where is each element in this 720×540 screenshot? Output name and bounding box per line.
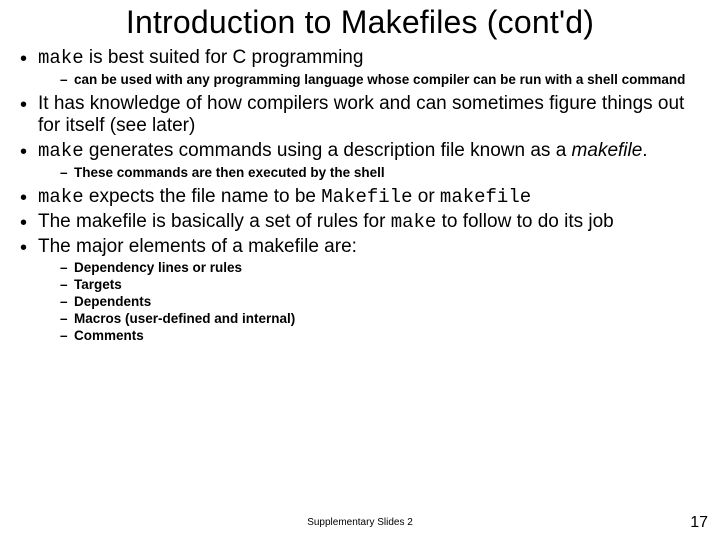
sub-bullet-item: can be used with any programming languag… (38, 72, 702, 89)
text-run: The major elements of a makefile are: (38, 236, 357, 257)
sub-bullet-list: These commands are then executed by the … (38, 165, 702, 182)
text-run: . (642, 140, 647, 161)
text-run: make (38, 140, 84, 162)
text-run: make (391, 211, 437, 233)
text-run: It has knowledge of how compilers work a… (38, 93, 684, 137)
sub-bullet-list: Dependency lines or rulesTargetsDependen… (38, 260, 702, 344)
footer-text: Supplementary Slides 2 (0, 517, 720, 528)
text-run: expects the file name to be (84, 186, 322, 207)
text-run: make (38, 47, 84, 69)
text-run: Makefile (321, 186, 412, 208)
bullet-item: make is best suited for C programming can… (18, 47, 702, 89)
text-run: makefile (440, 186, 531, 208)
bullet-item: The makefile is basically a set of rules… (18, 211, 702, 234)
sub-bullet-item: Targets (38, 277, 702, 294)
text-run: is best suited for C programming (84, 47, 364, 68)
text-run: to follow to do its job (436, 211, 613, 232)
bullet-item: The major elements of a makefile are: Dep… (18, 236, 702, 345)
sub-bullet-item: Dependents (38, 294, 702, 311)
sub-bullet-item: Macros (user-defined and internal) (38, 311, 702, 328)
page-number: 17 (690, 514, 708, 532)
text-run: generates commands using a description f… (84, 140, 572, 161)
sub-bullet-item: Comments (38, 328, 702, 345)
sub-bullet-item: These commands are then executed by the … (38, 165, 702, 182)
text-run: makefile (572, 140, 643, 161)
sub-bullet-list: can be used with any programming languag… (38, 72, 702, 89)
slide-title: Introduction to Makefiles (cont'd) (18, 4, 702, 41)
text-run: The makefile is basically a set of rules… (38, 211, 391, 232)
bullet-item: It has knowledge of how compilers work a… (18, 93, 702, 139)
sub-bullet-item: Dependency lines or rules (38, 260, 702, 277)
bullet-item: make expects the file name to be Makefil… (18, 186, 702, 209)
bullet-item: make generates commands using a descript… (18, 140, 702, 182)
bullet-list: make is best suited for C programming can… (18, 47, 702, 345)
text-run: make (38, 186, 84, 208)
text-run: or (412, 186, 439, 207)
